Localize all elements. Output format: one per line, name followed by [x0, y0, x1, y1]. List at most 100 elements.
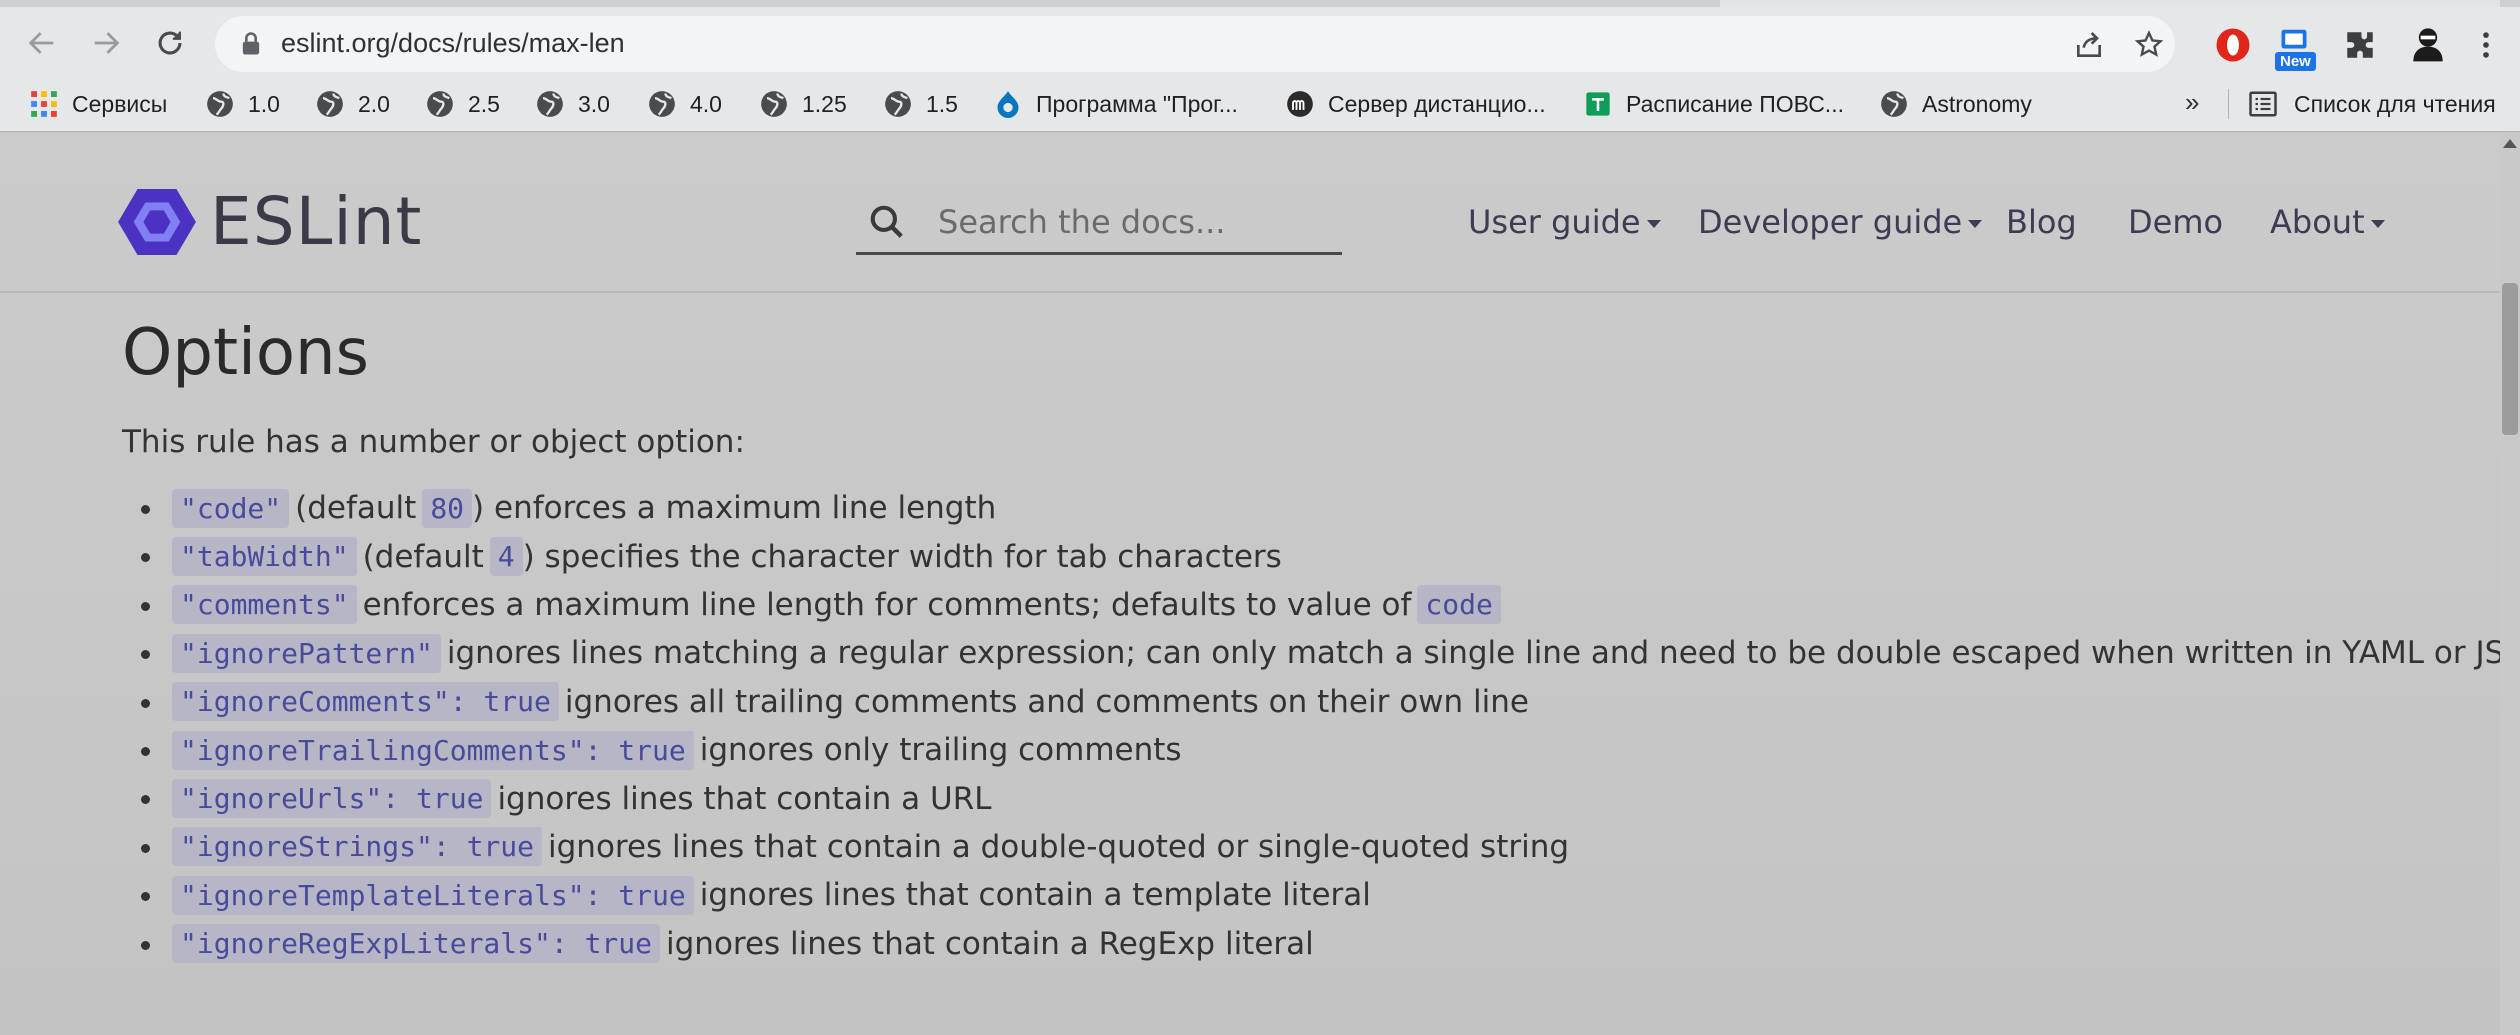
option-text: enforces a maximum line length for comme…	[362, 586, 1412, 623]
list-item: "ignoreTemplateLiterals": true ignores li…	[122, 871, 2422, 919]
bookmark-4-0[interactable]: 4.0	[648, 87, 722, 121]
url-text: eslint.org/docs/rules/max-len	[281, 28, 625, 58]
section-heading: Options	[122, 316, 369, 390]
bookmark-server[interactable]: Сервер дистанцио...	[1286, 87, 1546, 121]
forward-button[interactable]	[84, 21, 128, 65]
search-icon	[870, 205, 903, 238]
site-header: ESLint User guide Developer guide Blog D…	[0, 133, 2500, 293]
nav-label: About	[2270, 203, 2365, 241]
bookmarks-divider	[2228, 89, 2229, 119]
bookmark-label: 1.25	[802, 90, 847, 117]
bookmark-label: 2.5	[468, 90, 500, 117]
arrow-left-icon	[28, 32, 54, 54]
bookmark-label: Сервисы	[72, 90, 168, 117]
nav-label: Blog	[2006, 203, 2077, 241]
bookmark-services[interactable]: Сервисы	[30, 87, 167, 121]
nav-user-guide[interactable]: User guide	[1468, 199, 1661, 245]
logo-text: ESLint	[210, 183, 423, 260]
option-default-code: code	[1417, 585, 1501, 625]
scroll-up-arrow-icon[interactable]	[2503, 139, 2517, 148]
browser-toolbar: eslint.org/docs/rules/max-len New	[0, 7, 2520, 77]
globe-icon	[885, 91, 911, 117]
nav-about[interactable]: About	[2270, 199, 2385, 245]
option-text: ignores lines that contain a double-quot…	[548, 828, 1570, 865]
bookmark-1-0[interactable]: 1.0	[206, 87, 280, 121]
address-bar[interactable]: eslint.org/docs/rules/max-len	[215, 16, 2175, 72]
bookmark-label: 2.0	[358, 90, 390, 117]
star-icon[interactable]	[2133, 29, 2165, 61]
bookmark-programma[interactable]: Программа "Прог...	[994, 87, 1238, 121]
globe-icon	[761, 91, 787, 117]
reading-list-button[interactable]: Список для чтения	[2228, 87, 2496, 121]
lock-icon	[242, 32, 260, 55]
globe-icon	[1881, 91, 1907, 117]
list-item: "code" (default 80) enforces a maximum lin…	[122, 484, 2422, 532]
eslint-logo[interactable]: ESLint	[118, 183, 422, 260]
globe-icon	[207, 91, 233, 117]
option-text: ) enforces a maximum line length	[472, 490, 997, 527]
tab-strip	[0, 0, 2520, 7]
search-input[interactable]	[938, 199, 1328, 245]
list-item: "ignorePattern" ignores lines matching a …	[122, 629, 2520, 677]
list-item: "comments" enforces a maximum line length…	[122, 581, 2422, 629]
option-text: (default	[362, 538, 484, 575]
back-button[interactable]	[20, 21, 64, 65]
globe-icon	[537, 91, 563, 117]
docs-search	[856, 193, 1342, 255]
reading-list-icon	[2249, 91, 2277, 117]
scrollbar-thumb[interactable]	[2502, 283, 2518, 435]
browser-menu-icon[interactable]	[2466, 25, 2506, 65]
nav-developer-guide[interactable]: Developer guide	[1698, 199, 1983, 245]
option-text: ignores only trailing comments	[699, 732, 1182, 769]
bookmark-label: Расписание ПОВС...	[1626, 90, 1844, 117]
option-code: "comments"	[172, 585, 357, 625]
bookmark-1-25[interactable]: 1.25	[760, 87, 847, 121]
more-bookmarks-button[interactable]: »	[2185, 87, 2199, 118]
share-icon[interactable]	[2073, 29, 2105, 61]
option-text: ignores lines matching a regular express…	[446, 635, 2520, 672]
option-default-code: 80	[422, 488, 473, 528]
bookmark-label: 4.0	[690, 90, 722, 117]
bookmark-label: 1.5	[926, 90, 958, 117]
tab-strip-edge	[1720, 0, 2500, 7]
reload-button[interactable]	[148, 21, 192, 65]
bookmark-label: Сервер дистанцио...	[1328, 90, 1546, 117]
page-scrollbar[interactable]	[2500, 133, 2520, 1035]
nav-blog[interactable]: Blog	[2006, 199, 2077, 245]
bookmark-label: 3.0	[578, 90, 610, 117]
option-text: ignores all trailing comments and commen…	[564, 683, 1529, 720]
bookmark-astronomy[interactable]: Astronomy	[1880, 87, 2032, 121]
option-code: "ignoreUrls": true	[172, 779, 492, 819]
list-item: "ignoreUrls": true ignores lines that con…	[122, 774, 2422, 822]
list-item: "ignoreRegExpLiterals": true ignores line…	[122, 920, 2422, 968]
list-item: "tabWidth" (default 4) specifies the chara…	[122, 532, 2422, 580]
intro-text: This rule has a number or object option:	[122, 424, 745, 460]
option-code: "ignoreStrings": true	[172, 827, 543, 867]
option-code: "ignorePattern"	[172, 633, 441, 673]
profile-avatar[interactable]	[2404, 19, 2452, 67]
arrow-right-icon	[94, 32, 120, 54]
nav-label: Demo	[2128, 203, 2224, 241]
bookmarks-bar: Сервисы 1.0 2.0 2.5 3.0 4.0 1.25 1.5 Про…	[0, 77, 2520, 132]
nav-label: User guide	[1468, 203, 1641, 241]
bookmark-2-5[interactable]: 2.5	[426, 87, 500, 121]
option-code: "ignoreRegExpLiterals": true	[172, 924, 661, 964]
option-text: ignores lines that contain a RegExp lite…	[666, 925, 1314, 962]
bookmark-3-0[interactable]: 3.0	[536, 87, 610, 121]
nav-demo[interactable]: Demo	[2128, 199, 2223, 245]
dropdown-caret-icon	[1968, 220, 1983, 228]
option-default-code: 4	[489, 537, 523, 577]
option-text: (default	[295, 490, 417, 527]
extensions-puzzle-icon[interactable]	[2340, 25, 2380, 65]
list-item: "ignoreComments": true ignores all traili…	[122, 678, 2422, 726]
bookmark-2-0[interactable]: 2.0	[316, 87, 390, 121]
option-code: "tabWidth"	[172, 537, 357, 577]
bookmark-schedule[interactable]: Расписание ПОВС...	[1584, 87, 1844, 121]
drupal-icon	[997, 91, 1019, 118]
new-badge: New	[2275, 52, 2316, 71]
opera-adblock-icon[interactable]	[2213, 25, 2253, 65]
dropdown-caret-icon	[1646, 220, 1661, 228]
option-code: "ignoreComments": true	[172, 682, 559, 722]
bookmark-1-5[interactable]: 1.5	[884, 87, 958, 121]
list-item: "ignoreStrings": true ignores lines that …	[122, 823, 2422, 871]
